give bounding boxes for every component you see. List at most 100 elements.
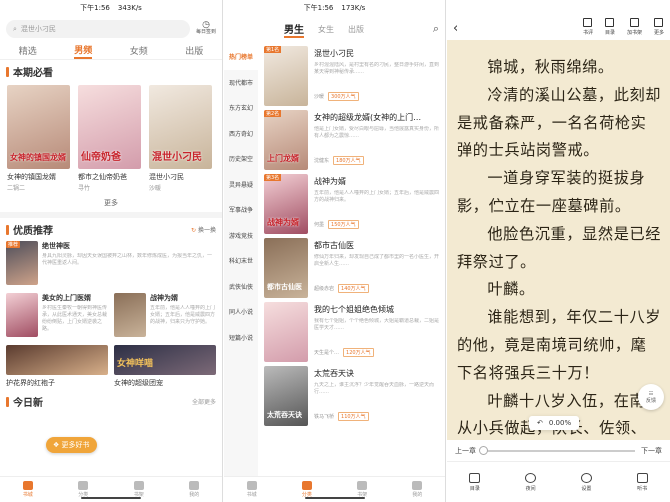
tab-female[interactable]: 女频 — [130, 44, 148, 57]
sidebar-item[interactable]: 军事战争 — [224, 197, 258, 223]
rank-item[interactable]: 第1名 混世小刁民 乡村混混陆风，是村里有名的刁民，整日游手好闲，直到某天得到神… — [264, 46, 441, 107]
more-button[interactable]: 更多 — [0, 194, 222, 218]
nav-night[interactable]: 夜间 — [525, 472, 537, 492]
nav-bookshelf[interactable]: 书架 — [357, 481, 367, 498]
feedback-button[interactable]: ☷ 反馈 — [638, 384, 664, 410]
sidebar-item[interactable]: 现代都市 — [224, 70, 258, 96]
checkin-button[interactable]: ◷ 每日签到 — [196, 21, 216, 36]
tab-featured[interactable]: 精选 — [19, 44, 37, 57]
rank-text: 女神的超级龙婿(女神的上门… 他是上门女婿，受尽白眼与屈辱，当他展露真实身份，所… — [314, 110, 441, 171]
sidebar-item[interactable]: 灵异悬疑 — [224, 172, 258, 198]
recommend-card[interactable]: 美女的上门医婿 乡村医生秦牧一朝得到神医传承，从此医术通天，美女总裁纷纷倒贴，上… — [6, 293, 108, 340]
prev-chapter-button[interactable]: 上一章 — [455, 446, 476, 456]
book-cover — [6, 293, 38, 337]
book-item[interactable]: 混世小刁民 混世小刁民 沙暖 — [149, 85, 212, 192]
next-chapter-button[interactable]: 下一章 — [641, 446, 662, 456]
review-button[interactable]: 书评 — [583, 18, 593, 36]
category-panel: 下午1:56 173K/s 男生 女生 出版 ⌕ 热门榜单 现代都市 东方玄幻 … — [224, 0, 446, 502]
banner-row: 护花界的红袍子 女神咩喵 女神的超级团宠 — [0, 345, 222, 388]
book-item[interactable]: 女神的镇国龙婿 女神的镇国龙婿 二锅二 — [7, 85, 70, 192]
sidebar-item[interactable]: 武侠仙侠 — [224, 274, 258, 300]
book-author: 寻竹 — [78, 185, 91, 192]
nav-bookstore[interactable]: 书城 — [246, 481, 257, 498]
moon-icon — [525, 472, 537, 483]
rank-title: 混世小刁民 — [314, 49, 354, 58]
tab-publish[interactable]: 出版 — [348, 24, 364, 35]
rank-meta: 铁马飞桥 110万人气 — [314, 412, 441, 421]
recommend-card[interactable]: 战神为婿 五年前，他是人人唾弃的上门女婿；五年后，他是威震四方的战神，归来只为守… — [114, 293, 216, 340]
tab-girls[interactable]: 女生 — [318, 24, 334, 35]
toc-button[interactable]: 目录 — [605, 18, 615, 36]
tab-male[interactable]: 男频 — [74, 43, 93, 59]
progress-slider[interactable] — [479, 445, 635, 455]
book-item[interactable]: 仙帝奶爸 都市之仙帝奶爸 寻竹 — [78, 85, 141, 192]
rank-author: 铁马飞桥 — [314, 414, 335, 420]
user-icon — [412, 481, 423, 490]
card-title: 绝世神医 — [42, 242, 70, 250]
banner-item[interactable]: 女神咩喵 女神的超级团宠 — [114, 345, 216, 388]
rank-item[interactable]: 太荒吞天诀 太荒吞天诀 九天之上，谁主沉浮？少年觉醒吞天血脉，一路逆天而行…… … — [264, 366, 441, 427]
more-button[interactable]: 更多 — [654, 18, 664, 36]
nav-profile[interactable]: 我的 — [412, 481, 422, 498]
hot-badge: 140万人气 — [338, 284, 369, 293]
section-title-text: 本期必看 — [13, 68, 53, 79]
sidebar-item[interactable]: 东方玄幻 — [224, 95, 258, 121]
rank-item[interactable]: 第3名 战神为婿 战神为婿 五年前，他是人人唾弃的上门女婿；五年后，他是威震四方的… — [264, 174, 441, 235]
progress-popup[interactable]: ↶ 0.00% — [529, 416, 580, 430]
book-cover — [264, 302, 308, 362]
cover-title: 混世小刁民 — [152, 152, 202, 163]
sidebar-item[interactable]: 历史架空 — [224, 146, 258, 172]
home-indicator — [304, 497, 365, 499]
rank-desc: 修仙万年归来，却发现自己成了都市里的一名小医生，开启全新人生…… — [314, 254, 440, 267]
search-icon[interactable]: ⌕ — [433, 22, 439, 36]
tab-boys[interactable]: 男生 — [284, 21, 304, 38]
rank-item[interactable]: 都市古仙医 都市古仙医 修仙万年归来，却发现自己成了都市里的一名小医生，开启全新… — [264, 238, 441, 299]
nav-toc[interactable]: 目录 — [469, 472, 481, 492]
rank-desc: 乡村混混陆风，是村里有名的刁民，整日游手好闲，直到某天得到神秘传承…… — [314, 62, 440, 75]
cover-title: 都市古仙医 — [267, 283, 302, 291]
recommend-card[interactable]: 推荐 绝世神医 身具九阳灵脉，却因天女误国被弃之山林，数年修炼成医，为报当年之仇… — [6, 241, 216, 288]
more-books-float-button[interactable]: ❖ 更多好书 — [46, 437, 97, 453]
nav-profile[interactable]: 我的 — [189, 481, 199, 498]
list-icon — [605, 18, 615, 27]
card-desc: 身具九阳灵脉，却因天女误国被弃之山林，数年修炼成医，为报当年之仇，一代神医重返人… — [42, 253, 213, 266]
progress-knob[interactable] — [479, 445, 488, 455]
add-shelf-button[interactable]: 加书架 — [627, 18, 642, 36]
nav-bookshelf[interactable]: 书架 — [133, 481, 144, 498]
undo-icon[interactable]: ↶ — [537, 419, 543, 427]
search-icon: ⌕ — [13, 24, 17, 33]
back-icon[interactable]: ‹ — [453, 21, 458, 36]
sidebar-item[interactable]: 西方奇幻 — [224, 121, 258, 147]
banner-item[interactable]: 护花界的红袍子 — [6, 345, 108, 388]
section-bar — [6, 224, 9, 235]
section-title-today: 今日新 全部更多 — [0, 388, 222, 413]
rank-title: 太荒吞天诀 — [314, 369, 354, 378]
rank-item[interactable]: 第2名 上门龙婿 女神的超级龙婿(女神的上门… 他是上门女婿，受尽白眼与屈辱，当他… — [264, 110, 441, 171]
status-time: 下午1:56 — [303, 4, 334, 12]
hot-badge: 110万人气 — [338, 412, 369, 421]
nav-listen[interactable]: 听书 — [636, 472, 648, 492]
sidebar-item[interactable]: 游戏竞技 — [224, 223, 258, 249]
rank-author: 天生是个… — [314, 350, 340, 356]
rank-item[interactable]: 我的七个姐姐绝色倾城 我有七个姐姐，个个绝色倾城，大姐是霸道总裁，二姐是医学天才… — [264, 302, 441, 363]
sidebar-item[interactable]: 短篇小说 — [224, 325, 258, 351]
sidebar-item[interactable]: 科幻末世 — [224, 248, 258, 274]
sidebar-item-hot[interactable]: 热门榜单 — [224, 44, 258, 70]
refresh-button[interactable]: ↻ 换一换 — [191, 225, 216, 234]
reader-toolbar: ‹ 书评 目录 加书架 更多 — [447, 0, 670, 40]
nav-category[interactable]: 分类 — [301, 481, 312, 498]
search-input[interactable]: ⌕ 混世小刁民 — [6, 20, 190, 38]
sidebar-item[interactable]: 同人小说 — [224, 299, 258, 325]
section-title-recommend: 优质推荐 ↻ 换一换 — [0, 218, 222, 241]
section-more-link[interactable]: 全部更多 — [192, 397, 216, 406]
nav-settings[interactable]: 设置 — [580, 472, 592, 492]
nav-bookstore[interactable]: 书城 — [22, 481, 33, 498]
search-placeholder: 混世小刁民 — [20, 25, 56, 33]
tab-publish[interactable]: 出版 — [185, 44, 203, 57]
rank-list: 第1名 混世小刁民 乡村混混陆风，是村里有名的刁民，整日游手好闲，直到某天得到神… — [264, 46, 441, 430]
nav-category[interactable]: 分类 — [78, 481, 88, 498]
shelf-icon — [357, 481, 368, 490]
status-net: 173K/s — [341, 4, 366, 12]
recommend-row: 推荐 绝世神医 身具九阳灵脉，却因天女误国被弃之山林，数年修炼成医，为报当年之仇… — [0, 241, 222, 288]
rank-meta: 沙暖 300万人气 — [314, 92, 441, 101]
